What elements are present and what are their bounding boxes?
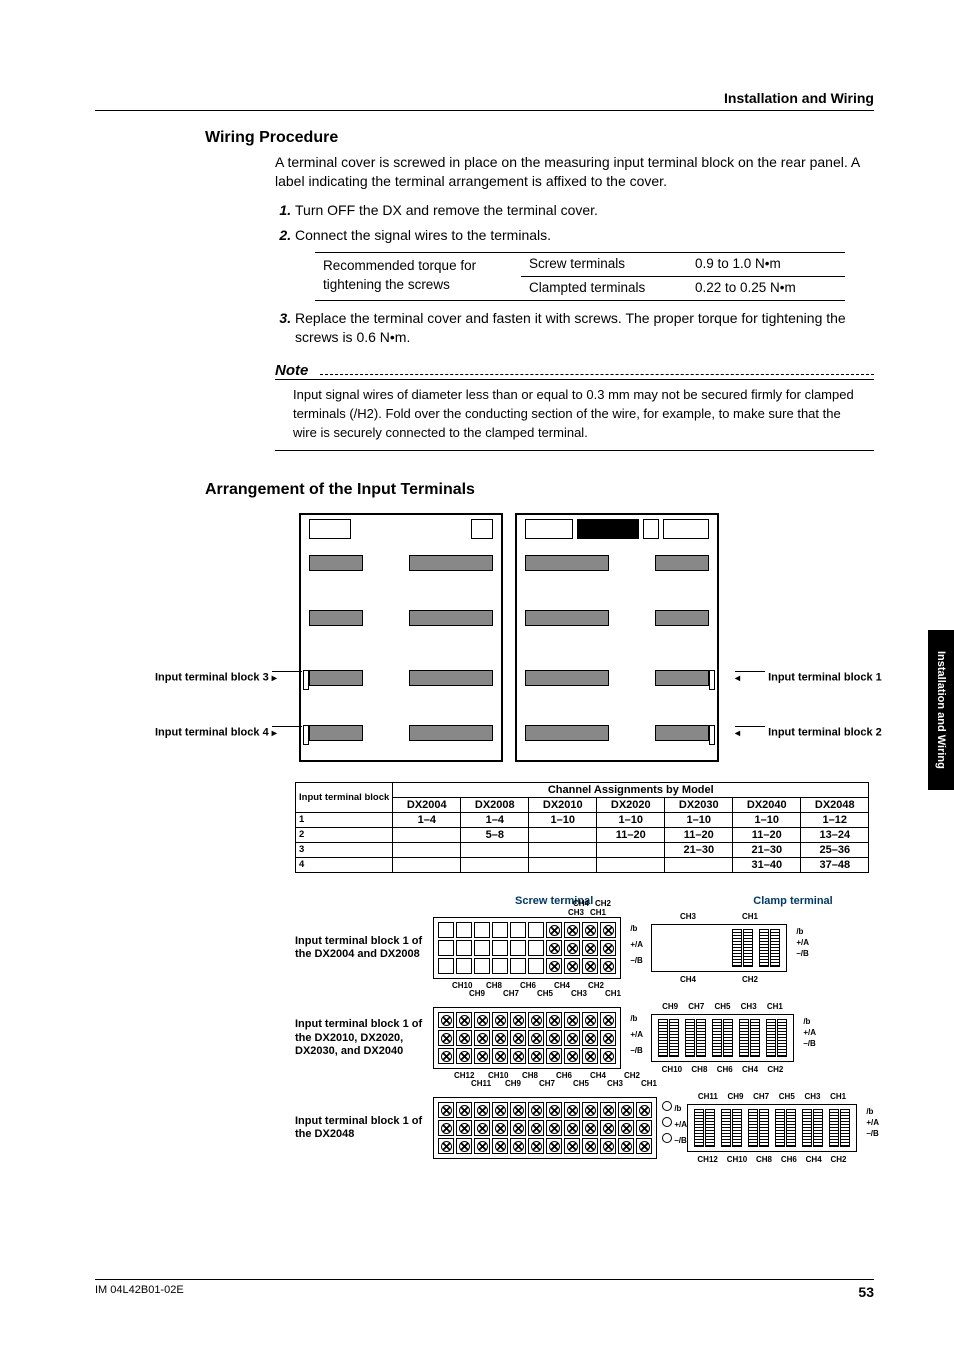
rear-panel-diagram: Input terminal block 3 Input terminal bl… (295, 513, 775, 762)
callout-block4: Input terminal block 4 (155, 726, 302, 739)
terminal-group-2: Input terminal block 1 of the DX2010, DX… (295, 1007, 874, 1069)
step-3: Replace the terminal cover and fasten it… (295, 309, 874, 348)
callout-block2: Input terminal block 2 (735, 726, 882, 739)
side-tab: Installation and Wiring (928, 630, 954, 790)
callout-block1: Input terminal block 1 (735, 671, 882, 684)
channel-table: Input terminal block Channel Assignments… (295, 782, 869, 873)
arrangement-heading: Arrangement of the Input Terminals (205, 481, 874, 499)
callout-block3: Input terminal block 3 (155, 671, 302, 684)
torque-label: Recommended torque for tightening the sc… (315, 252, 521, 300)
clamp-header: Clamp terminal (753, 895, 832, 907)
footer-code: IM 04L42B01-02E (95, 1284, 184, 1300)
note-text: Input signal wires of diameter less than… (275, 386, 874, 452)
wiring-heading: Wiring Procedure (205, 129, 874, 147)
note-block: Note Input signal wires of diameter less… (275, 362, 874, 452)
torque-table: Recommended torque for tightening the sc… (315, 252, 845, 301)
step-1: Turn OFF the DX and remove the terminal … (295, 201, 874, 221)
page-number: 53 (858, 1284, 874, 1300)
terminal-group-1: Input terminal block 1 of the DX2004 and… (295, 917, 874, 979)
header-section-title: Installation and Wiring (95, 90, 874, 111)
footer: IM 04L42B01-02E 53 (95, 1279, 874, 1300)
step-2: Connect the signal wires to the terminal… (295, 226, 874, 300)
wiring-intro: A terminal cover is screwed in place on … (275, 153, 874, 191)
note-title: Note (275, 362, 316, 379)
terminal-group-3: Input terminal block 1 of the DX2048 CH1… (295, 1097, 874, 1159)
